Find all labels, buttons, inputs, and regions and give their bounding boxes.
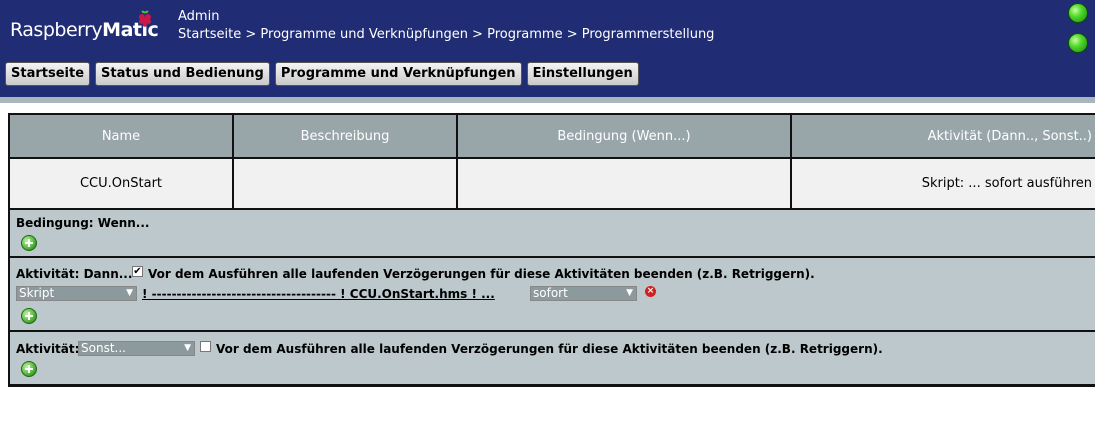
logo-text-regular: Raspberry [10, 19, 103, 41]
column-header-activity: Aktivität (Dann.., Sonst..) [927, 128, 1092, 144]
activity-else-label: Aktivität: [16, 342, 80, 356]
timing-value: sofort [533, 286, 568, 300]
status-led-icon[interactable] [1068, 3, 1088, 23]
header-bar: RaspberryMatic Admin Startseite > Progra… [0, 0, 1095, 97]
program-name-cell[interactable]: CCU.OnStart [10, 159, 232, 208]
chevron-down-icon: ▼ [626, 288, 633, 298]
nav-startseite-button[interactable]: Startseite [5, 62, 91, 86]
add-condition-icon[interactable] [21, 235, 37, 251]
table-row: CCU.OnStart Skript: ... sofort ausführen [8, 159, 1095, 210]
condition-panel: Bedingung: Wenn... [8, 210, 1095, 258]
stop-delays-then-checkbox[interactable]: ✔ [132, 266, 143, 277]
condition-label: Bedingung: Wenn... [16, 216, 150, 230]
user-name: Admin [178, 9, 220, 24]
else-select[interactable]: Sonst... ▼ [78, 341, 195, 356]
nav-programme-button[interactable]: Programme und Verknüpfungen [274, 62, 522, 86]
else-select-value: Sonst... [81, 341, 126, 355]
nav-einstellungen-button[interactable]: Einstellungen [526, 62, 639, 86]
activity-type-value: Skript [19, 286, 55, 300]
timing-select[interactable]: sofort ▼ [530, 286, 637, 301]
main-nav: Startseite Status und Bedienung Programm… [5, 62, 639, 86]
chevron-down-icon: ▼ [184, 343, 191, 353]
program-activity-cell: Skript: ... sofort ausführen [921, 176, 1092, 191]
add-activity-else-icon[interactable] [21, 361, 37, 377]
activity-else-panel: Aktivität: Sonst... ▼ Vor dem Ausführen a… [8, 332, 1095, 387]
chevron-down-icon: ▼ [126, 288, 133, 298]
column-header-description: Beschreibung [300, 128, 390, 144]
program-description-cell[interactable] [234, 159, 456, 208]
activity-then-label: Aktivität: Dann... [16, 267, 133, 281]
script-link[interactable]: ! ------------------------------------- … [142, 287, 495, 301]
column-header-name: Name [101, 128, 141, 144]
activity-then-panel: Aktivität: Dann... ✔ Vor dem Ausführen a… [8, 258, 1095, 332]
nav-status-button[interactable]: Status und Bedienung [95, 62, 270, 86]
stop-delays-else-label: Vor dem Ausführen alle laufenden Verzöge… [216, 342, 883, 356]
status-led-icon[interactable] [1068, 33, 1088, 53]
header-divider [0, 97, 1095, 103]
program-condition-cell [458, 159, 790, 208]
raspberry-icon [139, 10, 151, 27]
stop-delays-else-checkbox[interactable] [200, 341, 211, 352]
column-header-condition: Bedingung (Wenn...) [557, 128, 691, 144]
delete-activity-icon[interactable]: × [645, 286, 656, 297]
stop-delays-then-label: Vor dem Ausführen alle laufenden Verzöge… [148, 267, 815, 281]
table-header-row: Name Beschreibung Bedingung (Wenn...) Ak… [8, 113, 1095, 159]
breadcrumb: Startseite > Programme und Verknüpfungen… [178, 27, 715, 42]
add-activity-then-icon[interactable] [21, 308, 37, 324]
activity-type-select[interactable]: Skript ▼ [16, 286, 137, 301]
